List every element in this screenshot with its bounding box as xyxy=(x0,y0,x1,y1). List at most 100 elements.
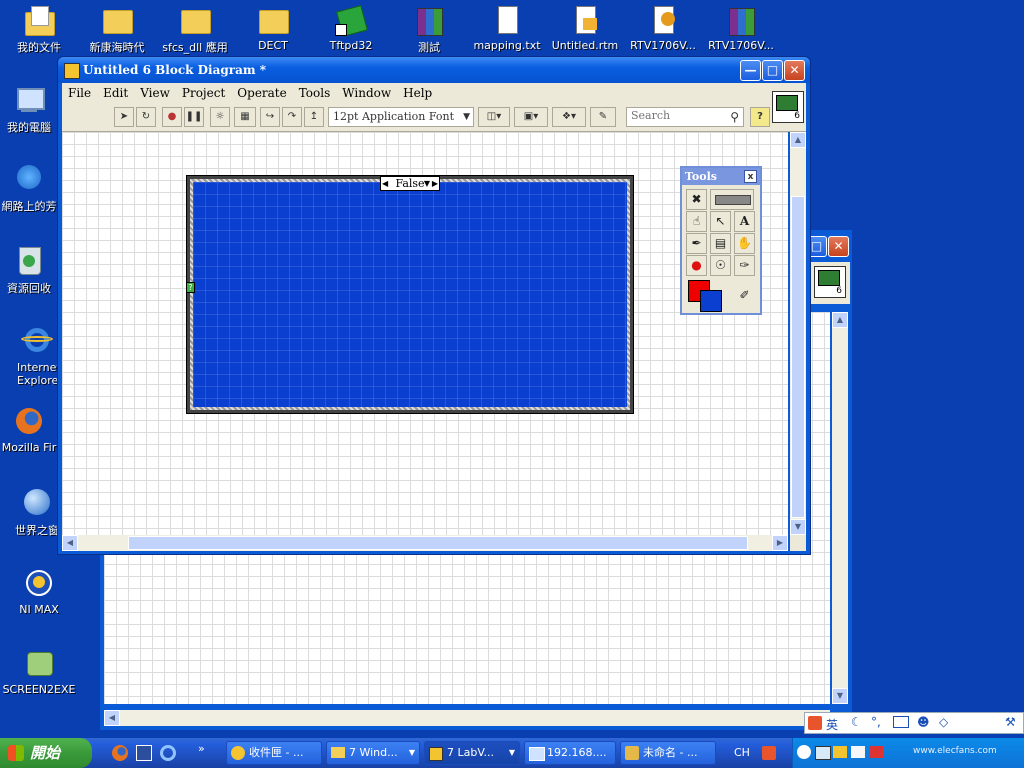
desktop-icon-recycle-bin[interactable]: 資源回收 xyxy=(0,245,58,296)
vertical-scrollbar[interactable]: ▲ ▼ xyxy=(790,132,806,535)
pause-button[interactable]: ❚❚ xyxy=(184,107,204,127)
language-indicator[interactable]: CH xyxy=(734,746,750,759)
edit-text-tool-icon[interactable]: A xyxy=(734,211,755,232)
set-color-tool-icon[interactable] xyxy=(686,278,732,312)
desktop-icon-firefox[interactable]: Mozilla Fir xyxy=(0,406,58,454)
tray-network-icon[interactable] xyxy=(851,746,865,758)
scroll-down-button[interactable]: ▼ xyxy=(832,688,848,704)
internet-explorer-icon[interactable] xyxy=(160,745,176,761)
run-continuously-button[interactable]: ↻ xyxy=(136,107,156,127)
scroll-left-button[interactable]: ◀ xyxy=(62,535,78,551)
menu-help[interactable]: Help xyxy=(397,83,438,100)
task-remote-desktop[interactable]: 192.168.... xyxy=(524,741,616,765)
case-structure-body[interactable] xyxy=(193,182,627,407)
start-button[interactable]: 開始 xyxy=(0,738,92,768)
sogou-ime-icon[interactable] xyxy=(762,746,776,760)
step-out-button[interactable]: ↥ xyxy=(304,107,324,127)
chevron-down-icon[interactable]: ▼ xyxy=(424,177,430,190)
automatic-tool-selection-icon[interactable]: ✖ xyxy=(686,189,707,210)
chevron-right-icon[interactable]: » xyxy=(198,742,205,755)
background-color-swatch[interactable] xyxy=(700,290,722,312)
increment-arrow-icon[interactable]: ▶ xyxy=(432,177,438,190)
reorder-button[interactable]: ❖▾ xyxy=(552,107,586,127)
tray-vmware-icon[interactable] xyxy=(815,746,831,760)
context-help-button[interactable]: ? xyxy=(750,107,770,127)
case-selector-label[interactable]: ◀ False ▼ ▶ xyxy=(380,176,440,191)
search-box[interactable]: ⚲ xyxy=(626,107,744,127)
moon-icon[interactable]: ☾ xyxy=(851,715,862,729)
desktop-icon-ni-max[interactable]: NI MAX xyxy=(0,568,78,616)
probe-tool-icon[interactable]: ☉ xyxy=(710,255,731,276)
position-tool-icon[interactable]: ↖ xyxy=(710,211,731,232)
menu-project[interactable]: Project xyxy=(176,83,231,100)
task-windows-group[interactable]: 7 Wind... ▼ xyxy=(326,741,420,765)
firefox-icon[interactable] xyxy=(112,745,128,761)
user-icon[interactable]: ☻ xyxy=(917,715,930,729)
scroll-window-tool-icon[interactable]: ✋ xyxy=(734,233,755,254)
desktop-icon-folder-3[interactable]: DECT xyxy=(234,4,312,52)
decrement-arrow-icon[interactable]: ◀ xyxy=(382,177,388,190)
task-labview-group[interactable]: 7 LabV... ▼ xyxy=(424,741,520,765)
window-titlebar[interactable]: Untitled 6 Block Diagram * — □ ✕ xyxy=(58,57,810,83)
scroll-left-button[interactable]: ◀ xyxy=(104,710,120,726)
desktop-icon-folder-1[interactable]: 新康海時代 xyxy=(78,4,156,55)
vi-icon[interactable]: 6 xyxy=(772,91,804,123)
menu-edit[interactable]: Edit xyxy=(97,83,134,100)
search-input[interactable] xyxy=(631,108,715,123)
paintbrush-icon[interactable]: ✐ xyxy=(734,286,755,307)
distribute-objects-button[interactable]: ▣▾ xyxy=(514,107,548,127)
connect-wire-tool-icon[interactable]: ✒ xyxy=(686,233,707,254)
desktop-icon-my-documents[interactable]: 我的文件 xyxy=(0,4,78,55)
task-inbox[interactable]: 收件匣 - ... xyxy=(226,741,322,765)
task-paint[interactable]: 未命名 - ... xyxy=(620,741,716,765)
step-over-button[interactable]: ↷ xyxy=(282,107,302,127)
tray-security-icon[interactable] xyxy=(869,746,883,758)
punctuation-icon[interactable]: °, xyxy=(871,715,881,729)
operate-value-tool-icon[interactable]: ☝ xyxy=(686,211,707,232)
case-selector-terminal[interactable]: ? xyxy=(186,282,195,293)
save-icon[interactable] xyxy=(136,745,152,761)
keyboard-icon[interactable] xyxy=(893,716,909,728)
menu-tools[interactable]: Tools xyxy=(293,83,337,100)
desktop-icon-tftpd[interactable]: ↗ Tftpd32 xyxy=(312,4,390,52)
skin-icon[interactable]: ◇ xyxy=(939,715,948,729)
font-select[interactable]: 12pt Application Font ▼ xyxy=(328,107,474,127)
back-vi-icon[interactable]: 6 xyxy=(814,266,846,298)
object-shortcut-menu-tool-icon[interactable]: ▤ xyxy=(710,233,731,254)
desktop-icon-archive-1[interactable]: 測試 xyxy=(390,4,468,55)
tools-icon[interactable]: ⚒ xyxy=(1005,715,1016,729)
case-structure[interactable]: ◀ False ▼ ▶ ? xyxy=(186,175,634,414)
menu-operate[interactable]: Operate xyxy=(231,83,292,100)
align-objects-button[interactable]: ◫▾ xyxy=(478,107,510,127)
tray-expand-icon[interactable] xyxy=(797,745,811,759)
desktop-icon-rtv-settings[interactable]: RTV1706V... xyxy=(624,4,702,52)
menu-window[interactable]: Window xyxy=(336,83,397,100)
run-button[interactable]: ➤ xyxy=(114,107,134,127)
minimize-button[interactable]: — xyxy=(740,60,761,81)
desktop-icon-network[interactable]: 網路上的芳 xyxy=(0,163,58,214)
step-into-button[interactable]: ↪ xyxy=(260,107,280,127)
horizontal-scrollbar[interactable]: ◀ ▶ xyxy=(62,535,788,551)
retain-wire-values-button[interactable]: ▦ xyxy=(234,107,256,127)
get-color-tool-icon[interactable]: ✑ xyxy=(734,255,755,276)
breakpoint-tool-icon[interactable]: ● xyxy=(686,255,707,276)
desktop-icon-screen2exe[interactable]: SCREEN2EXE xyxy=(0,648,78,696)
search-icon[interactable]: ⚲ xyxy=(730,108,739,126)
tools-palette-close-button[interactable]: x xyxy=(744,170,757,183)
abort-button[interactable]: ● xyxy=(162,107,182,127)
tray-app-icon[interactable] xyxy=(833,746,847,758)
scroll-down-button[interactable]: ▼ xyxy=(790,519,806,535)
vertical-scroll-thumb[interactable] xyxy=(791,196,805,518)
desktop-icon-untitled-rtm[interactable]: Untitled.rtm xyxy=(546,4,624,52)
desktop-icon-folder-2[interactable]: sfcs_dll 應用 xyxy=(156,4,234,55)
horizontal-scroll-thumb[interactable] xyxy=(128,536,748,550)
back-close-button[interactable]: ✕ xyxy=(828,236,849,257)
menu-file[interactable]: File xyxy=(62,83,97,100)
clean-up-diagram-button[interactable]: ✎ xyxy=(590,107,616,127)
maximize-button[interactable]: □ xyxy=(762,60,783,81)
menu-view[interactable]: View xyxy=(134,83,176,100)
desktop-icon-my-computer[interactable]: 我的電腦 xyxy=(0,84,58,135)
ime-mode-label[interactable]: 英 xyxy=(826,716,838,733)
back-vertical-scrollbar[interactable]: ▲ ▼ xyxy=(832,312,848,704)
ime-toolbar[interactable]: 英 ☾ °, ☻ ◇ ⚒ xyxy=(804,712,1024,734)
